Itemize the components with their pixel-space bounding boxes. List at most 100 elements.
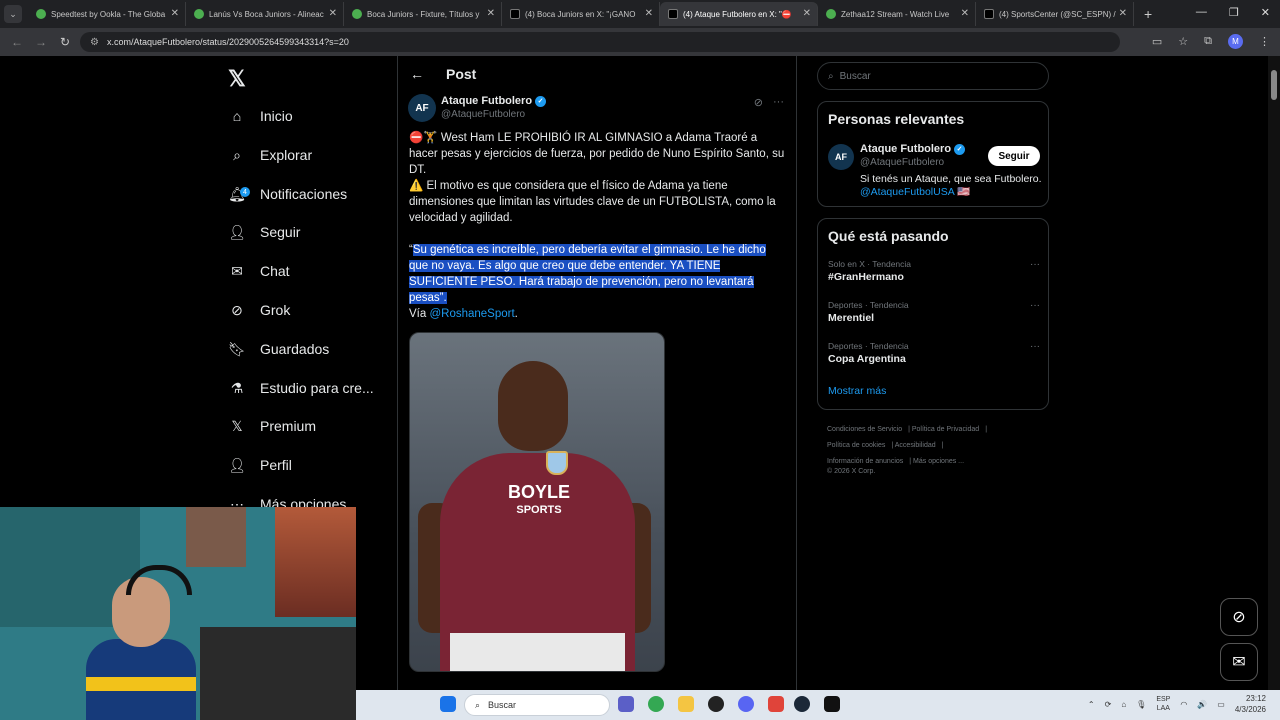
profile-avatar[interactable]: M bbox=[1228, 34, 1243, 49]
cast-icon[interactable]: ▭ bbox=[1152, 35, 1162, 48]
author-avatar[interactable]: AF bbox=[408, 94, 436, 122]
nav-item-inicio[interactable]: ⌂ Inicio bbox=[228, 101, 293, 131]
nav-item-grok[interactable]: ⊘ Grok bbox=[228, 295, 290, 325]
restore-button[interactable]: ❐ bbox=[1229, 6, 1239, 19]
volume-icon[interactable]: 🔊 bbox=[1197, 700, 1207, 709]
trend-item[interactable]: Solo en X · Tendencia #GranHermano ··· bbox=[828, 259, 1040, 283]
sync-icon[interactable]: ⟳ bbox=[1105, 700, 1112, 709]
back-arrow-icon[interactable]: ← bbox=[410, 66, 424, 82]
battery-icon[interactable]: ▭ bbox=[1217, 700, 1225, 709]
browser-tab[interactable]: (4) Ataque Futbolero en X: "⛔ ✕ bbox=[660, 2, 818, 26]
reload-button[interactable]: ↻ bbox=[58, 35, 72, 49]
author-name[interactable]: Ataque Futbolero bbox=[441, 95, 532, 107]
wifi-icon[interactable]: ◠ bbox=[1180, 700, 1187, 709]
trend-item[interactable]: Deportes · Tendencia Copa Argentina ··· bbox=[828, 341, 1040, 365]
nav-item-notificaciones[interactable]: 🔔︎ 4 Notificaciones bbox=[228, 179, 347, 209]
flask-icon: ⚗ bbox=[230, 379, 244, 396]
nav-item-estudio-para-cre-[interactable]: ⚗ Estudio para cre... bbox=[228, 373, 374, 403]
minimize-button[interactable]: — bbox=[1196, 6, 1207, 19]
extensions-icon[interactable]: ⧉ bbox=[1204, 35, 1212, 48]
app-icon[interactable] bbox=[768, 696, 784, 712]
author-name-row[interactable]: Ataque Futbolero ✓ bbox=[441, 95, 547, 107]
browser-tab[interactable]: Lanús Vs Boca Juniors - Alineac ✕ bbox=[186, 2, 344, 26]
tab-close-icon[interactable]: ✕ bbox=[329, 8, 337, 19]
mic-icon[interactable]: 🎙 bbox=[1136, 700, 1146, 709]
tab-close-icon[interactable]: ✕ bbox=[171, 8, 179, 19]
tab-close-icon[interactable]: ✕ bbox=[1119, 8, 1127, 19]
taskbar-search[interactable]: ⌕ Buscar bbox=[464, 694, 610, 716]
address-bar[interactable]: ⚙ x.com/AtaqueFutbolero/status/202900526… bbox=[80, 32, 1120, 52]
grok-fab-icon[interactable]: ⊘ bbox=[1220, 598, 1258, 636]
footer-link[interactable]: Política de Privacidad bbox=[912, 426, 979, 433]
relevant-avatar[interactable]: AF bbox=[828, 144, 854, 170]
footer-link[interactable]: Política de cookies bbox=[827, 442, 885, 449]
chrome-icon[interactable] bbox=[648, 696, 664, 712]
post-image[interactable]: BOYLE SPORTS bbox=[409, 332, 665, 672]
back-button[interactable]: ← bbox=[10, 35, 24, 49]
tab-title: Boca Juniors - Fixture, Títulos y bbox=[367, 9, 480, 19]
teams-icon[interactable] bbox=[618, 696, 634, 712]
grok-icon[interactable]: ⊘ bbox=[754, 96, 763, 109]
tab-close-icon[interactable]: ✕ bbox=[803, 8, 811, 19]
tab-close-icon[interactable]: ✕ bbox=[487, 8, 495, 19]
steam-icon[interactable] bbox=[794, 696, 810, 712]
footer-link[interactable]: Accesibilidad bbox=[895, 442, 936, 449]
relevant-bio-link[interactable]: @AtaqueFutbolUSA 🇺🇸 bbox=[860, 186, 1044, 199]
browser-tab[interactable]: (4) SportsCenter (@SC_ESPN) / ✕ bbox=[976, 2, 1134, 26]
webcam-poster bbox=[186, 507, 246, 567]
more-icon[interactable]: ··· bbox=[1030, 341, 1040, 352]
browser-tab-bar: ⌄ Speedtest by Ookla - The Globa ✕ Lanús V… bbox=[0, 0, 1280, 28]
obs-icon[interactable] bbox=[708, 696, 724, 712]
messages-fab-icon[interactable]: ✉ bbox=[1220, 643, 1258, 681]
tab-close-icon[interactable]: ✕ bbox=[961, 8, 969, 19]
scrollbar-thumb[interactable] bbox=[1271, 70, 1277, 100]
clock[interactable]: 23:12 4/3/2026 bbox=[1235, 693, 1266, 715]
nav-item-perfil[interactable]: 👤︎ Perfil bbox=[228, 450, 292, 480]
follow-button[interactable]: Seguir bbox=[988, 146, 1040, 166]
nav-item-seguir[interactable]: 👤︎ Seguir bbox=[228, 217, 300, 247]
more-icon[interactable]: ··· bbox=[1030, 259, 1040, 270]
forward-button[interactable]: → bbox=[34, 35, 48, 49]
browser-tab[interactable]: (4) Boca Juniors en X: "¡GANO ✕ bbox=[502, 2, 660, 26]
browser-tab[interactable]: Speedtest by Ookla - The Globa ✕ bbox=[28, 2, 186, 26]
nav-item-guardados[interactable]: 🔖︎ Guardados bbox=[228, 334, 329, 364]
new-tab-button[interactable]: + bbox=[1144, 6, 1152, 22]
show-more-link[interactable]: Mostrar más bbox=[828, 385, 886, 397]
nav-item-explorar[interactable]: ⌕ Explorar bbox=[228, 140, 312, 170]
clock-date: 4/3/2026 bbox=[1234, 705, 1266, 714]
menu-icon[interactable]: ⋮ bbox=[1259, 35, 1270, 48]
relevant-name[interactable]: Ataque Futbolero bbox=[860, 143, 951, 155]
nav-item-chat[interactable]: ✉ Chat bbox=[228, 256, 289, 286]
windows-start-icon[interactable] bbox=[440, 696, 456, 712]
terminal-icon[interactable] bbox=[824, 696, 840, 712]
search-input[interactable]: ⌕ Buscar bbox=[817, 62, 1049, 90]
more-icon[interactable]: ··· bbox=[1030, 300, 1040, 311]
bookmark-star-icon[interactable]: ☆ bbox=[1178, 35, 1188, 48]
browser-tab[interactable]: Zethaa12 Stream - Watch Live ✕ bbox=[818, 2, 976, 26]
x-logo-icon[interactable]: 𝕏 bbox=[228, 66, 246, 92]
author-handle[interactable]: @AtaqueFutbolero bbox=[441, 109, 525, 120]
language-indicator[interactable]: ESP LAA bbox=[1156, 695, 1170, 713]
relevant-name-row[interactable]: Ataque Futbolero ✓ bbox=[860, 143, 966, 155]
nav-item-premium[interactable]: 𝕏 Premium bbox=[228, 411, 316, 441]
relevant-handle[interactable]: @AtaqueFutbolero bbox=[860, 157, 944, 168]
via-link[interactable]: @RoshaneSport bbox=[429, 308, 514, 320]
shirt-sponsor-line1: BOYLE bbox=[507, 482, 570, 502]
tab-search-button[interactable]: ⌄ bbox=[4, 5, 22, 23]
nav-item-label: Premium bbox=[260, 418, 317, 434]
page-scrollbar[interactable] bbox=[1268, 56, 1280, 690]
more-icon[interactable]: ··· bbox=[773, 96, 784, 109]
network-icon[interactable]: ⌂ bbox=[1121, 700, 1126, 709]
folder-icon[interactable] bbox=[678, 696, 694, 712]
footer-link[interactable]: Condiciones de Servicio bbox=[827, 426, 902, 433]
browser-tab[interactable]: Boca Juniors - Fixture, Títulos y ✕ bbox=[344, 2, 502, 26]
tab-close-icon[interactable]: ✕ bbox=[645, 8, 653, 19]
discord-icon[interactable] bbox=[738, 696, 754, 712]
chevron-up-icon[interactable]: ⌃ bbox=[1088, 700, 1095, 709]
nav-item-label: Grok bbox=[260, 302, 291, 318]
trend-item[interactable]: Deportes · Tendencia Merentiel ··· bbox=[828, 300, 1040, 324]
close-window-button[interactable]: ✕ bbox=[1261, 6, 1270, 19]
post-actions: ⊘ ··· bbox=[754, 96, 784, 109]
site-info-icon[interactable]: ⚙ bbox=[90, 37, 99, 48]
footer-link[interactable]: Más opciones ... bbox=[913, 458, 964, 465]
